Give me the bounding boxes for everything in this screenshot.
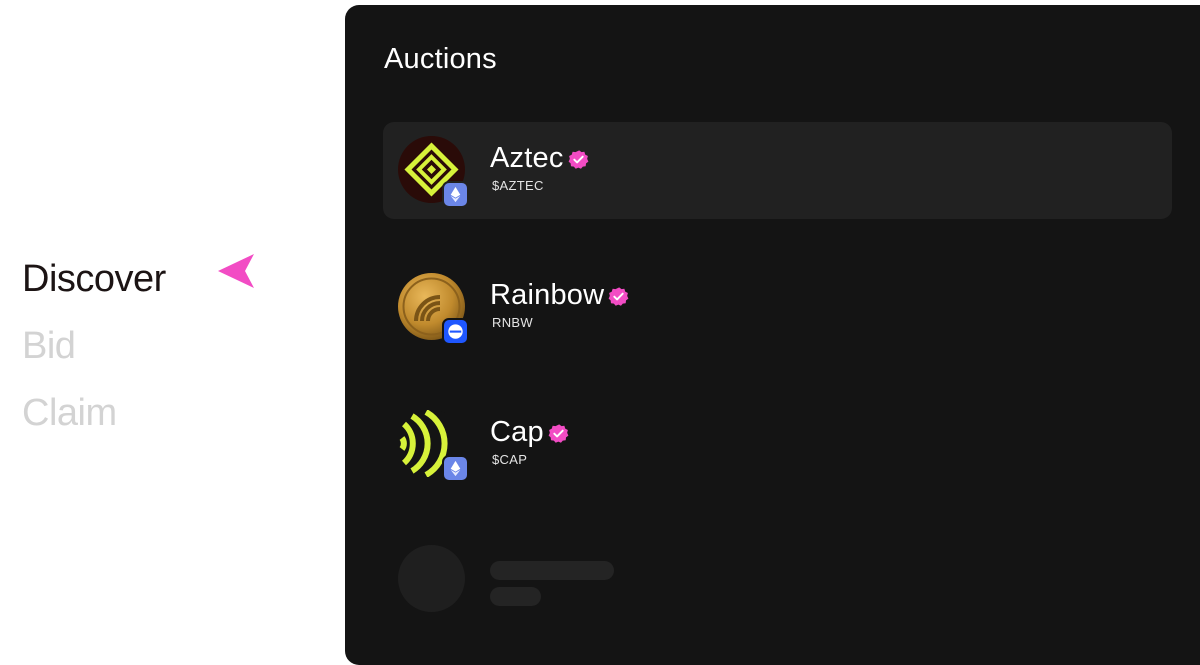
token-name: Cap bbox=[490, 416, 544, 448]
verified-badge-icon bbox=[568, 150, 588, 169]
auction-row-rainbow[interactable]: Rainbow RNBW bbox=[383, 259, 1172, 356]
auction-row-cap[interactable]: Cap $CAP bbox=[383, 396, 1172, 493]
ethereum-icon bbox=[442, 181, 469, 208]
loading-skeleton-avatar bbox=[398, 545, 465, 612]
token-avatar bbox=[398, 410, 469, 482]
nav-item-bid[interactable]: Bid bbox=[22, 313, 166, 380]
auction-row-aztec[interactable]: Aztec $AZTEC bbox=[383, 122, 1172, 219]
token-name: Aztec bbox=[490, 142, 564, 174]
token-avatar bbox=[398, 273, 469, 345]
side-nav: Discover Bid Claim bbox=[22, 246, 166, 447]
loading-skeleton-title bbox=[490, 561, 614, 580]
token-name: Rainbow bbox=[490, 279, 605, 311]
token-avatar bbox=[398, 136, 469, 208]
verified-badge-icon bbox=[608, 287, 629, 306]
loading-skeleton-subtitle bbox=[490, 587, 541, 606]
token-ticker: RNBW bbox=[492, 315, 533, 330]
token-ticker: $AZTEC bbox=[492, 178, 544, 193]
token-ticker: $CAP bbox=[492, 452, 528, 467]
nav-item-discover[interactable]: Discover bbox=[22, 246, 166, 313]
panel-title: Auctions bbox=[384, 43, 497, 75]
ethereum-icon bbox=[442, 455, 469, 482]
auctions-panel: Auctions Aztec $AZTEC Rainbow RNBW Cap $… bbox=[345, 5, 1200, 665]
arrow-pointer-icon bbox=[218, 254, 254, 288]
nav-item-claim[interactable]: Claim bbox=[22, 380, 166, 447]
base-icon bbox=[442, 318, 469, 345]
verified-badge-icon bbox=[548, 424, 569, 443]
